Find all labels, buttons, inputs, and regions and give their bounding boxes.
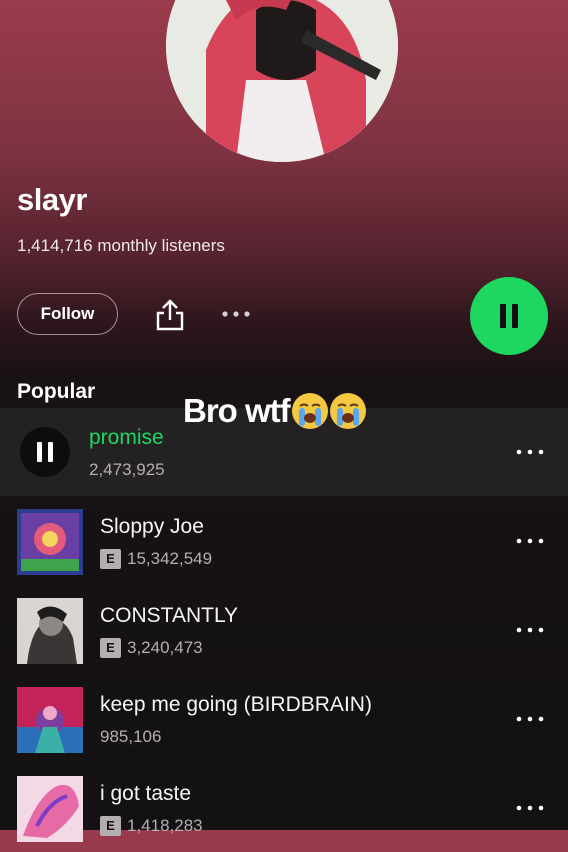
track-more-icon[interactable] (516, 626, 544, 634)
follow-button[interactable]: Follow (17, 293, 118, 335)
monthly-listeners: 1,414,716 monthly listeners (17, 236, 225, 255)
track-pause-button[interactable] (20, 427, 70, 477)
track-play-count: 3,240,473 (127, 638, 203, 657)
crying-face-icon (329, 393, 366, 429)
track-plays: E 3,240,473 (100, 638, 203, 658)
follow-button-label: Follow (40, 304, 95, 323)
popular-heading: Popular (17, 380, 96, 403)
album-art (17, 776, 83, 842)
track-row[interactable]: i got taste E 1,418,283 (0, 764, 568, 852)
more-options-icon[interactable] (220, 304, 252, 324)
pause-icon (500, 304, 518, 328)
track-plays: E 1,418,283 (100, 816, 203, 836)
track-title: keep me going (BIRDBRAIN) (100, 693, 372, 716)
pause-icon (37, 442, 53, 462)
overlay-caption-text: Bro wtf (183, 392, 291, 429)
explicit-badge: E (100, 816, 121, 836)
track-row[interactable]: keep me going (BIRDBRAIN) 985,106 (0, 675, 568, 763)
artist-photo (166, 0, 398, 162)
track-play-count: 15,342,549 (127, 549, 213, 568)
track-title: promise (89, 426, 164, 449)
track-row[interactable]: CONSTANTLY E 3,240,473 (0, 586, 568, 674)
share-icon[interactable] (154, 298, 186, 332)
explicit-badge: E (100, 638, 121, 658)
track-plays: 985,106 (100, 727, 161, 747)
album-art (17, 509, 83, 575)
artist-name: slayr (17, 182, 87, 217)
track-more-icon[interactable] (516, 804, 544, 812)
track-play-count: 1,418,283 (127, 816, 203, 835)
track-play-count: 985,106 (100, 727, 162, 746)
pause-button[interactable] (470, 277, 548, 355)
track-play-count: 2,473,925 (89, 460, 165, 479)
album-art (17, 598, 83, 664)
track-title: Sloppy Joe (100, 515, 204, 538)
track-row[interactable]: Sloppy Joe E 15,342,549 (0, 497, 568, 585)
crying-face-icon (291, 393, 328, 429)
album-art (17, 687, 83, 753)
artist-avatar (166, 0, 398, 162)
track-title: CONSTANTLY (100, 604, 239, 627)
track-plays: 2,473,925 (89, 460, 165, 480)
overlay-caption: Bro wtf (183, 392, 366, 430)
track-more-icon[interactable] (516, 537, 544, 545)
track-more-icon[interactable] (516, 715, 544, 723)
track-plays: E 15,342,549 (100, 549, 212, 569)
explicit-badge: E (100, 549, 121, 569)
track-more-icon[interactable] (516, 448, 544, 456)
track-title: i got taste (100, 782, 192, 805)
